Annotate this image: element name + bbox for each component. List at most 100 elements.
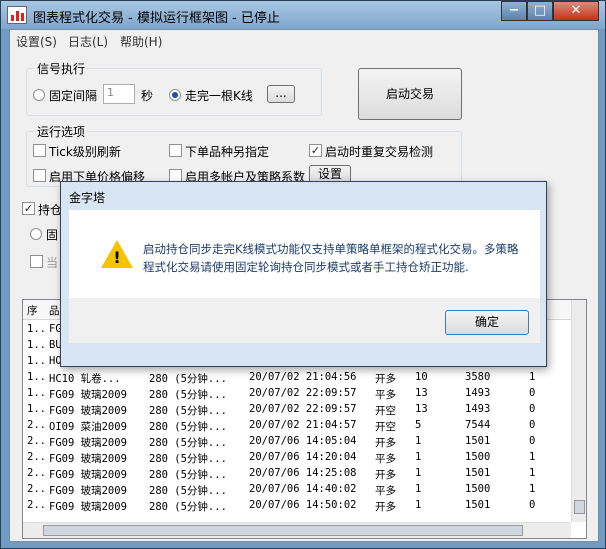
table-cell: 13 (415, 387, 428, 399)
restart-check-checkbox[interactable]: ✓ (309, 144, 322, 157)
table-cell: FG09 玻璃2009 (49, 437, 127, 449)
vertical-scrollbar[interactable] (571, 300, 586, 522)
table-cell: 20/07/02 21:04:57 (249, 419, 357, 431)
start-trading-button[interactable]: 启动交易 (358, 68, 462, 120)
menu-settings[interactable]: 设置(S) (16, 33, 57, 50)
table-cell: 1.. (27, 339, 46, 351)
interval-input[interactable]: 1 (103, 84, 135, 104)
table-cell: 20/07/06 14:40:02 (249, 483, 357, 495)
table-cell: 0 (529, 419, 536, 431)
fixed-sync-label: 固 (46, 228, 59, 242)
scroll-thumb[interactable] (574, 500, 585, 514)
horizontal-scrollbar[interactable] (23, 522, 571, 538)
menu-help[interactable]: 帮助(H) (120, 33, 162, 50)
table-cell: 开空 (375, 405, 396, 417)
table-cell: 1.. (27, 323, 46, 335)
table-cell: 280 (5分钟... (149, 405, 227, 417)
table-cell: FG09 玻璃2009 (49, 453, 127, 465)
signal-group-title: 信号执行 (35, 60, 88, 77)
table-cell: 0 (529, 387, 536, 399)
maximize-button[interactable]: □ (527, 1, 553, 21)
table-row[interactable]: 1.. HC10 轧卷... 280 (5分钟... 20/07/02 21:04:5… (23, 370, 571, 386)
table-cell: 1 (415, 499, 422, 511)
window-title: 图表程式化交易 - 模拟运行框架图 - 已停止 (33, 11, 280, 26)
table-cell: FG09 玻璃2009 (49, 501, 127, 513)
table-cell: 平多 (375, 453, 396, 465)
table-cell: 1 (415, 483, 422, 495)
table-cell: FG09 玻璃2009 (49, 469, 127, 481)
tick-refresh-checkbox[interactable] (33, 144, 46, 157)
table-cell: 10 (415, 371, 428, 383)
signal-group: 信号执行 固定间隔 1 秒 走完一根K线 ... (26, 60, 322, 116)
table-cell: 平多 (375, 485, 396, 497)
menu-log[interactable]: 日志(L) (68, 33, 108, 50)
table-cell: 1501 (465, 467, 491, 479)
title-bar[interactable]: 图表程式化交易 - 模拟运行框架图 - 已停止 − □ ✕ (1, 1, 605, 29)
warning-dialog: 金字塔 ! 启动持仓同步走完K线模式功能仅支持单策略单框架的程式化交易。多策略程… (60, 181, 547, 367)
h-scroll-thumb[interactable] (43, 525, 523, 536)
options-group: 运行选项 Tick级别刷新 下单品种另指定 ✓ 启动时重复交易检测 启用下单价格… (26, 123, 462, 187)
table-cell: HC10 轧卷... (49, 373, 121, 385)
tick-refresh-label: Tick级别刷新 (49, 145, 121, 159)
table-cell: 13 (415, 403, 428, 415)
header-index[interactable]: 序 (27, 303, 38, 318)
position-sync-checkbox[interactable]: ✓ (22, 202, 35, 215)
order-variety-checkbox[interactable] (169, 144, 182, 157)
table-cell: 2.. (27, 483, 46, 495)
table-cell: 280 (5分钟... (149, 453, 227, 465)
more-button[interactable]: ... (267, 85, 295, 103)
position-sync-label: 持仓 (38, 203, 63, 217)
table-cell: 1 (529, 371, 536, 383)
table-cell: 1500 (465, 451, 491, 463)
table-cell: 2.. (27, 435, 46, 447)
table-cell: 0 (529, 499, 536, 511)
dialog-message: 启动持仓同步走完K线模式功能仅支持单策略单框架的程式化交易。多策略程式化交易请使… (143, 242, 519, 274)
table-cell: 280 (5分钟... (149, 501, 227, 513)
table-cell: 3580 (465, 371, 491, 383)
table-row[interactable]: 1.. FG09 玻璃2009 280 (5分钟... 20/07/02 22:09:… (23, 402, 571, 418)
table-cell: 20/07/06 14:25:08 (249, 467, 357, 479)
table-row[interactable]: 2.. FG09 玻璃2009 280 (5分钟... 20/07/06 14:20:… (23, 450, 571, 466)
price-offset-checkbox[interactable] (33, 169, 46, 182)
table-cell: FG09 玻璃2009 (49, 389, 127, 401)
table-cell: 2.. (27, 419, 46, 431)
table-cell: 开空 (375, 421, 396, 433)
table-cell: 280 (5分钟... (149, 421, 227, 433)
table-cell: 2.. (27, 467, 46, 479)
menu-bar: 设置(S) 日志(L) 帮助(H) (10, 30, 598, 50)
table-row[interactable]: 2.. FG09 玻璃2009 280 (5分钟... 20/07/06 14:05:… (23, 434, 571, 450)
table-cell: 20/07/02 21:04:56 (249, 371, 357, 383)
fixed-interval-radio[interactable] (33, 89, 45, 101)
bar-complete-radio[interactable] (169, 89, 181, 101)
table-cell: 20/07/02 22:09:57 (249, 387, 357, 399)
table-row[interactable]: 2.. FG09 玻璃2009 280 (5分钟... 20/07/06 14:40:… (23, 482, 571, 498)
table-cell: 1501 (465, 435, 491, 447)
table-row[interactable]: 2.. FG09 玻璃2009 280 (5分钟... 20/07/06 14:25:… (23, 466, 571, 482)
table-cell: 开多 (375, 501, 396, 513)
table-row[interactable]: 2.. FG09 玻璃2009 280 (5分钟... 20/07/06 14:50:… (23, 498, 571, 514)
table-row[interactable]: 2.. OI09 菜油2009 280 (5分钟... 20/07/02 21:04:… (23, 418, 571, 434)
ok-button[interactable]: 确定 (445, 310, 529, 335)
table-cell: 1501 (465, 499, 491, 511)
table-cell: FG09 玻璃2009 (49, 485, 127, 497)
fixed-sync-radio[interactable] (30, 228, 42, 240)
current-sync-label: 当 (46, 256, 59, 270)
current-sync-checkbox[interactable] (30, 255, 43, 268)
table-cell: 7544 (465, 419, 491, 431)
header-product[interactable]: 品 (49, 303, 60, 318)
table-cell: 280 (5分钟... (149, 389, 227, 401)
table-row[interactable]: 1.. FG09 玻璃2009 280 (5分钟... 20/07/02 22:09:… (23, 386, 571, 402)
minimize-button[interactable]: − (501, 1, 527, 21)
table-cell: 1.. (27, 387, 46, 399)
dialog-footer: 确定 (69, 298, 540, 343)
table-cell: 20/07/06 14:05:04 (249, 435, 357, 447)
table-cell: 280 (5分钟... (149, 485, 227, 497)
restart-check-label: 启动时重复交易检测 (325, 145, 434, 159)
table-cell: 1.. (27, 355, 46, 367)
options-group-title: 运行选项 (35, 123, 88, 140)
seconds-label: 秒 (141, 89, 154, 103)
close-button[interactable]: ✕ (553, 1, 599, 21)
table-cell: 1 (529, 451, 536, 463)
table-cell: 1 (415, 467, 422, 479)
table-cell: 1.. (27, 403, 46, 415)
